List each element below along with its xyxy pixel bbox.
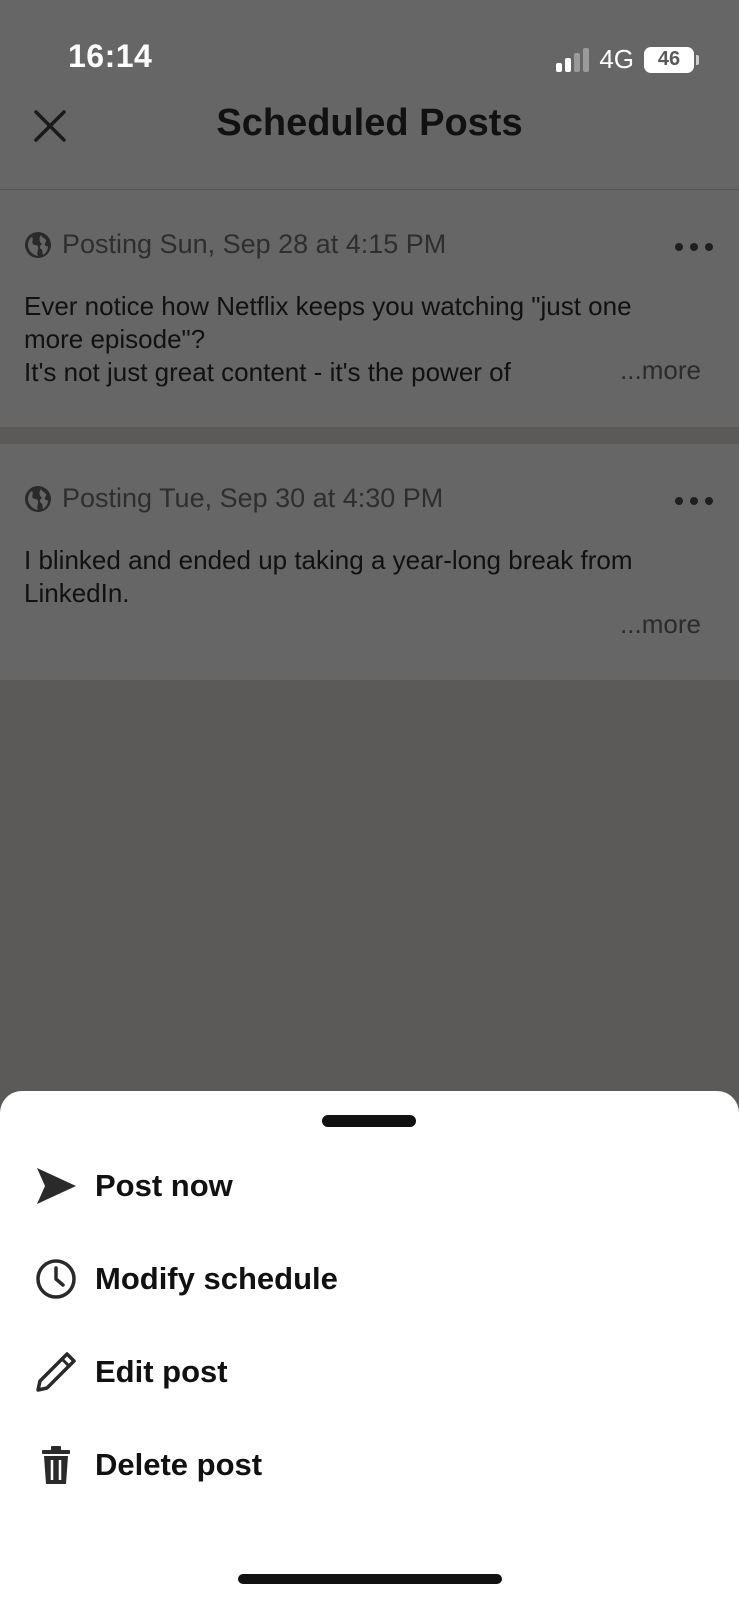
globe-icon — [25, 231, 51, 258]
action-label: Edit post — [95, 1354, 228, 1389]
action-label: Delete post — [95, 1447, 263, 1482]
edit-post-button[interactable]: Edit post — [0, 1332, 739, 1412]
status-time: 16:14 — [68, 38, 153, 74]
scheduled-post-card[interactable]: Posting Tue, Sep 30 at 4:30 PM I blinked… — [0, 444, 739, 680]
clock-icon — [36, 1259, 76, 1299]
post-preview: I blinked and ended up taking a year-lon… — [24, 544, 714, 610]
globe-icon — [25, 485, 51, 512]
schedule-info: Posting Sun, Sep 28 at 4:15 PM — [24, 229, 446, 260]
schedule-info: Posting Tue, Sep 30 at 4:30 PM — [24, 483, 443, 514]
post-line: LinkedIn. — [24, 578, 130, 608]
post-line: It's not just great content - it's the p… — [24, 357, 511, 387]
schedule-text: Posting Tue, Sep 30 at 4:30 PM — [62, 483, 444, 513]
scheduled-post-card[interactable]: Posting Sun, Sep 28 at 4:15 PM Ever noti… — [0, 190, 739, 427]
schedule-text: Posting Sun, Sep 28 at 4:15 PM — [62, 229, 447, 259]
home-indicator — [238, 1574, 502, 1584]
battery-level: 46 — [644, 46, 694, 73]
scheduled-posts-screen: 16:14 4G 46 Scheduled Posts Posting Sun,… — [0, 0, 739, 1600]
network-type: 4G — [599, 44, 634, 74]
see-more-link[interactable]: ...more — [620, 609, 701, 640]
page-title: Scheduled Posts — [216, 102, 523, 144]
post-line: Ever notice how Netflix keeps you watchi… — [24, 291, 632, 321]
signal-icon — [556, 47, 590, 72]
post-line: I blinked and ended up taking a year-lon… — [24, 545, 633, 575]
action-label: Post now — [95, 1168, 233, 1203]
more-options-icon[interactable] — [675, 243, 713, 251]
action-label: Modify schedule — [95, 1261, 338, 1296]
post-line: more episode"? — [24, 324, 206, 354]
battery-icon: 46 — [644, 46, 699, 73]
modify-schedule-button[interactable]: Modify schedule — [0, 1239, 739, 1319]
see-more-link[interactable]: ...more — [620, 355, 701, 386]
sheet-drag-handle[interactable] — [322, 1115, 416, 1127]
post-preview: Ever notice how Netflix keeps you watchi… — [24, 290, 714, 389]
trash-icon — [42, 1446, 70, 1484]
post-actions-sheet: Post now Modify schedule Edit post Delet… — [0, 1091, 739, 1600]
status-indicators: 4G 46 — [556, 44, 699, 75]
more-options-icon[interactable] — [675, 497, 713, 505]
delete-post-button[interactable]: Delete post — [0, 1425, 739, 1505]
post-now-button[interactable]: Post now — [0, 1146, 739, 1226]
pencil-icon — [36, 1352, 76, 1392]
send-icon — [37, 1168, 76, 1204]
top-bar: 16:14 4G 46 Scheduled Posts — [0, 0, 739, 191]
